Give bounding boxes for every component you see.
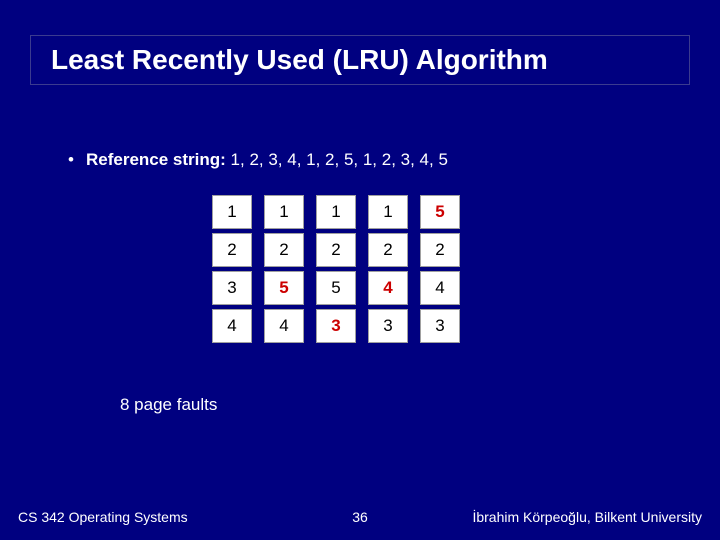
table-column: 1 2 3 4 — [212, 195, 252, 347]
table-column: 1 2 5 4 — [264, 195, 304, 347]
table-cell: 3 — [316, 309, 356, 343]
bullet-icon: • — [68, 150, 86, 170]
reference-string-row: • Reference string: 1, 2, 3, 4, 1, 2, 5,… — [68, 150, 448, 170]
reference-string-label: Reference string: — [86, 150, 231, 169]
footer-left: CS 342 Operating Systems — [18, 509, 188, 525]
page-faults-text: 8 page faults — [120, 395, 217, 415]
table-cell: 3 — [368, 309, 408, 343]
table-column: 1 2 4 3 — [368, 195, 408, 347]
reference-string-values: 1, 2, 3, 4, 1, 2, 5, 1, 2, 3, 4, 5 — [231, 150, 448, 169]
slide-title: Least Recently Used (LRU) Algorithm — [51, 44, 548, 76]
slide: Least Recently Used (LRU) Algorithm • Re… — [0, 0, 720, 540]
table-cell: 1 — [212, 195, 252, 229]
footer-right: İbrahim Körpeoğlu, Bilkent University — [472, 509, 702, 525]
table-cell: 5 — [264, 271, 304, 305]
table-cell: 4 — [264, 309, 304, 343]
table-cell: 3 — [420, 309, 460, 343]
table-cell: 2 — [420, 233, 460, 267]
table-cell: 2 — [316, 233, 356, 267]
table-column: 1 2 5 3 — [316, 195, 356, 347]
table-cell: 2 — [212, 233, 252, 267]
table-cell: 1 — [368, 195, 408, 229]
table-column: 5 2 4 3 — [420, 195, 460, 347]
table-cell: 4 — [368, 271, 408, 305]
table-cell: 4 — [212, 309, 252, 343]
table-cell: 2 — [368, 233, 408, 267]
table-cell: 1 — [264, 195, 304, 229]
lru-table: 12341254125312435243 — [212, 195, 460, 347]
table-cell: 5 — [420, 195, 460, 229]
table-cell: 1 — [316, 195, 356, 229]
table-cell: 2 — [264, 233, 304, 267]
footer-page-number: 36 — [352, 509, 368, 525]
title-box: Least Recently Used (LRU) Algorithm — [30, 35, 690, 85]
table-cell: 3 — [212, 271, 252, 305]
table-cell: 4 — [420, 271, 460, 305]
table-cell: 5 — [316, 271, 356, 305]
